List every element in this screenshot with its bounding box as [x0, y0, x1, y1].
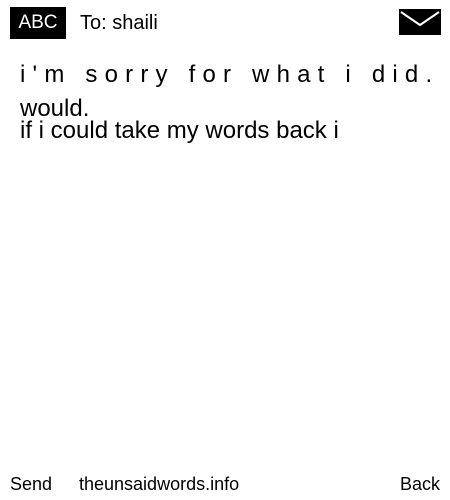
message-body[interactable]: i'm sorry for what i did. would. if i co… — [20, 60, 440, 160]
back-button[interactable]: Back — [400, 472, 440, 496]
message-line: i'm sorry for what i did. — [20, 61, 440, 88]
message-header: ABC To: shaili — [0, 0, 450, 44]
input-mode-badge[interactable]: ABC — [10, 7, 66, 39]
site-link[interactable]: theunsaidwords.info — [79, 472, 239, 496]
message-line: if i could take my words back i — [20, 117, 339, 144]
recipient-label: To: shaili — [80, 12, 158, 34]
send-button[interactable]: Send — [10, 472, 52, 496]
envelope-icon[interactable] — [399, 9, 441, 35]
